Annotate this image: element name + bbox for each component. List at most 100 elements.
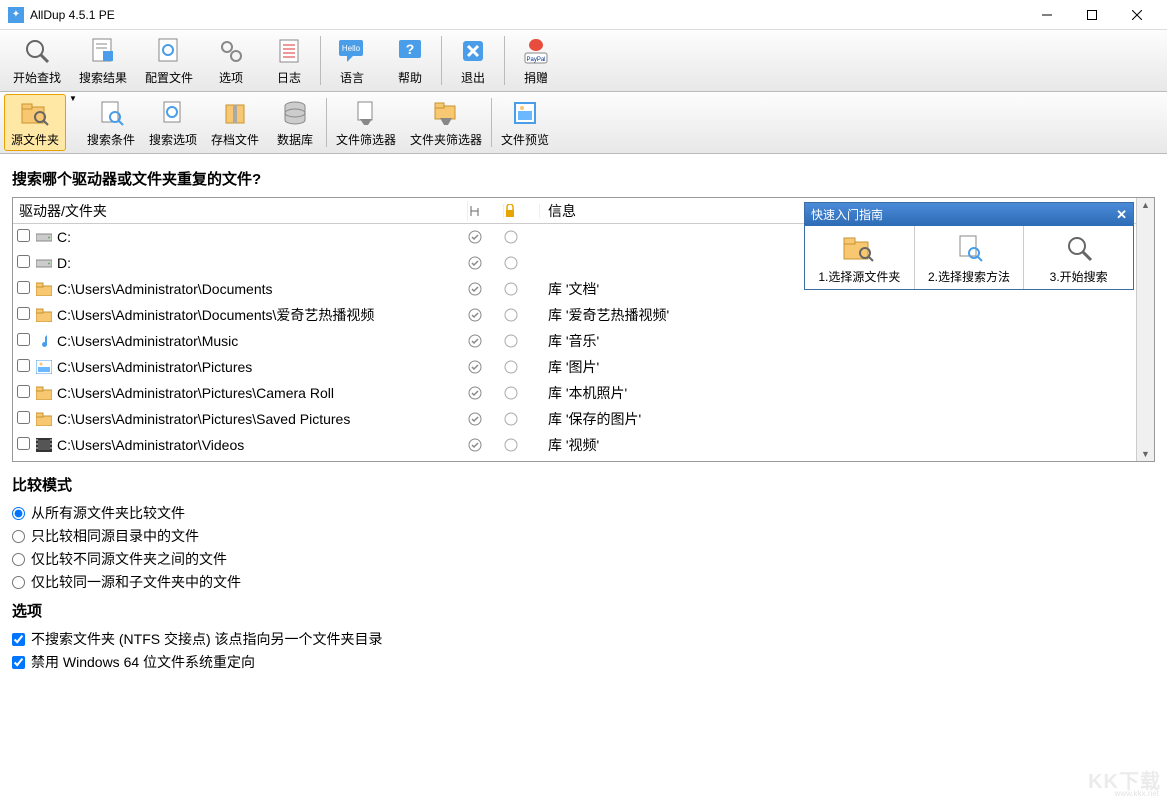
help-button[interactable]: ? 帮助 bbox=[381, 32, 439, 89]
hello-icon: Hello bbox=[336, 35, 368, 67]
row-checkbox[interactable] bbox=[17, 281, 30, 294]
app-icon: ✦ bbox=[8, 7, 24, 23]
table-row[interactable]: C:\Users\Administrator\Pictures 库 '图片' bbox=[13, 354, 1154, 380]
minimize-button[interactable] bbox=[1024, 0, 1069, 30]
source-folders-tab[interactable]: 源文件夹 bbox=[4, 94, 66, 151]
row-checkbox[interactable] bbox=[17, 385, 30, 398]
file-preview-tab[interactable]: 文件预览 bbox=[494, 94, 556, 151]
row-path: C:\Users\Administrator\Pictures bbox=[53, 359, 468, 375]
row-path: C:\Users\Administrator\Pictures\Saved Pi… bbox=[53, 411, 468, 427]
column-lock[interactable] bbox=[504, 204, 540, 218]
watermark-url: www.kkx.net bbox=[1115, 789, 1159, 798]
donate-button[interactable]: PayPal 捐赠 bbox=[507, 32, 565, 89]
config-file-button[interactable]: 配置文件 bbox=[136, 32, 202, 89]
file-filter-icon bbox=[350, 97, 382, 129]
lock-radio-icon[interactable] bbox=[504, 256, 540, 270]
lock-radio-icon[interactable] bbox=[504, 282, 540, 296]
help-icon: ? bbox=[394, 35, 426, 67]
folder-search-icon bbox=[19, 97, 51, 129]
option-checkbox-row[interactable]: 不搜索文件夹 (NTFS 交接点) 该点指向另一个文件夹目录 bbox=[12, 629, 1155, 649]
guide-step-2[interactable]: 2.选择搜索方法 bbox=[915, 226, 1025, 289]
folder-filter-icon bbox=[430, 97, 462, 129]
scrollbar[interactable]: ▲▼ bbox=[1136, 198, 1154, 461]
log-icon bbox=[273, 35, 305, 67]
folder-icon bbox=[35, 308, 53, 322]
lock-radio-icon[interactable] bbox=[504, 334, 540, 348]
radio-input[interactable] bbox=[12, 507, 25, 520]
row-info: 库 '音乐' bbox=[540, 331, 1154, 351]
recurse-check-icon[interactable] bbox=[468, 308, 504, 322]
column-path[interactable]: 驱动器/文件夹 bbox=[13, 201, 468, 221]
options-button[interactable]: 选项 bbox=[202, 32, 260, 89]
sub-toolbar: 源文件夹 ▼ 搜索条件 搜索选项 存档文件 数据库 文件筛选器 文件夹筛选器 文… bbox=[0, 92, 1167, 154]
guide-step-1[interactable]: 1.选择源文件夹 bbox=[805, 226, 915, 289]
row-info: 库 '图片' bbox=[540, 357, 1154, 377]
row-path: C:\Users\Administrator\Documents\爱奇艺热播视频 bbox=[53, 305, 468, 325]
database-tab[interactable]: 数据库 bbox=[266, 94, 324, 151]
table-row[interactable]: C:\Users\Administrator\Pictures\Camera R… bbox=[13, 380, 1154, 406]
lock-radio-icon[interactable] bbox=[504, 386, 540, 400]
archive-files-tab[interactable]: 存档文件 bbox=[204, 94, 266, 151]
row-checkbox[interactable] bbox=[17, 255, 30, 268]
search-options-tab[interactable]: 搜索选项 bbox=[142, 94, 204, 151]
close-button[interactable] bbox=[1114, 0, 1159, 30]
close-icon[interactable]: ✕ bbox=[1116, 207, 1127, 223]
compare-option[interactable]: 仅比较同一源和子文件夹中的文件 bbox=[12, 572, 1155, 592]
recurse-check-icon[interactable] bbox=[468, 282, 504, 296]
table-row[interactable]: C:\Users\Administrator\Pictures\Saved Pi… bbox=[13, 406, 1154, 432]
row-checkbox[interactable] bbox=[17, 333, 30, 346]
search-icon bbox=[21, 35, 53, 67]
titlebar: ✦ AllDup 4.5.1 PE bbox=[0, 0, 1167, 30]
database-icon bbox=[279, 97, 311, 129]
option-checkbox-row[interactable]: 禁用 Windows 64 位文件系统重定向 bbox=[12, 652, 1155, 672]
radio-input[interactable] bbox=[12, 530, 25, 543]
lock-radio-icon[interactable] bbox=[504, 438, 540, 452]
radio-input[interactable] bbox=[12, 553, 25, 566]
lock-radio-icon[interactable] bbox=[504, 412, 540, 426]
recurse-check-icon[interactable] bbox=[468, 438, 504, 452]
row-checkbox[interactable] bbox=[17, 437, 30, 450]
lock-radio-icon[interactable] bbox=[504, 230, 540, 244]
exit-button[interactable]: 退出 bbox=[444, 32, 502, 89]
table-row[interactable]: C:\Users\Administrator\Documents\爱奇艺热播视频… bbox=[13, 302, 1154, 328]
log-button[interactable]: 日志 bbox=[260, 32, 318, 89]
row-path: C:\Users\Administrator\Videos bbox=[53, 437, 468, 453]
recurse-check-icon[interactable] bbox=[468, 256, 504, 270]
lock-radio-icon[interactable] bbox=[504, 360, 540, 374]
search-icon bbox=[1061, 230, 1097, 266]
recurse-check-icon[interactable] bbox=[468, 412, 504, 426]
maximize-button[interactable] bbox=[1069, 0, 1114, 30]
file-filter-tab[interactable]: 文件筛选器 bbox=[329, 94, 403, 151]
row-info: 库 '爱奇艺热播视频' bbox=[540, 305, 1154, 325]
checkbox-input[interactable] bbox=[12, 633, 25, 646]
chevron-down-icon[interactable]: ▼ bbox=[66, 94, 80, 151]
options-heading: 选项 bbox=[12, 600, 1155, 621]
compare-option[interactable]: 只比较相同源目录中的文件 bbox=[12, 526, 1155, 546]
config-icon bbox=[153, 35, 185, 67]
guide-step-3[interactable]: 3.开始搜索 bbox=[1024, 226, 1133, 289]
recurse-check-icon[interactable] bbox=[468, 360, 504, 374]
row-checkbox[interactable] bbox=[17, 359, 30, 372]
row-info: 库 '保存的图片' bbox=[540, 409, 1154, 429]
table-row[interactable]: C:\Users\Administrator\Music库 '音乐' bbox=[13, 328, 1154, 354]
recurse-check-icon[interactable] bbox=[468, 334, 504, 348]
lock-radio-icon[interactable] bbox=[504, 308, 540, 322]
row-path: C:\Users\Administrator\Pictures\Camera R… bbox=[53, 385, 468, 401]
document-search-icon bbox=[95, 97, 127, 129]
recurse-check-icon[interactable] bbox=[468, 230, 504, 244]
row-checkbox[interactable] bbox=[17, 411, 30, 424]
checkbox-input[interactable] bbox=[12, 656, 25, 669]
compare-option[interactable]: 从所有源文件夹比较文件 bbox=[12, 503, 1155, 523]
column-recurse[interactable] bbox=[468, 204, 504, 218]
table-row[interactable]: C:\Users\Administrator\Videos库 '视频' bbox=[13, 432, 1154, 458]
search-criteria-tab[interactable]: 搜索条件 bbox=[80, 94, 142, 151]
folder-filter-tab[interactable]: 文件夹筛选器 bbox=[403, 94, 489, 151]
start-search-button[interactable]: 开始查找 bbox=[4, 32, 70, 89]
recurse-check-icon[interactable] bbox=[468, 386, 504, 400]
compare-option[interactable]: 仅比较不同源文件夹之间的文件 bbox=[12, 549, 1155, 569]
radio-input[interactable] bbox=[12, 576, 25, 589]
row-checkbox[interactable] bbox=[17, 307, 30, 320]
row-checkbox[interactable] bbox=[17, 229, 30, 242]
search-results-button[interactable]: 搜索结果 bbox=[70, 32, 136, 89]
language-button[interactable]: Hello 语言 bbox=[323, 32, 381, 89]
